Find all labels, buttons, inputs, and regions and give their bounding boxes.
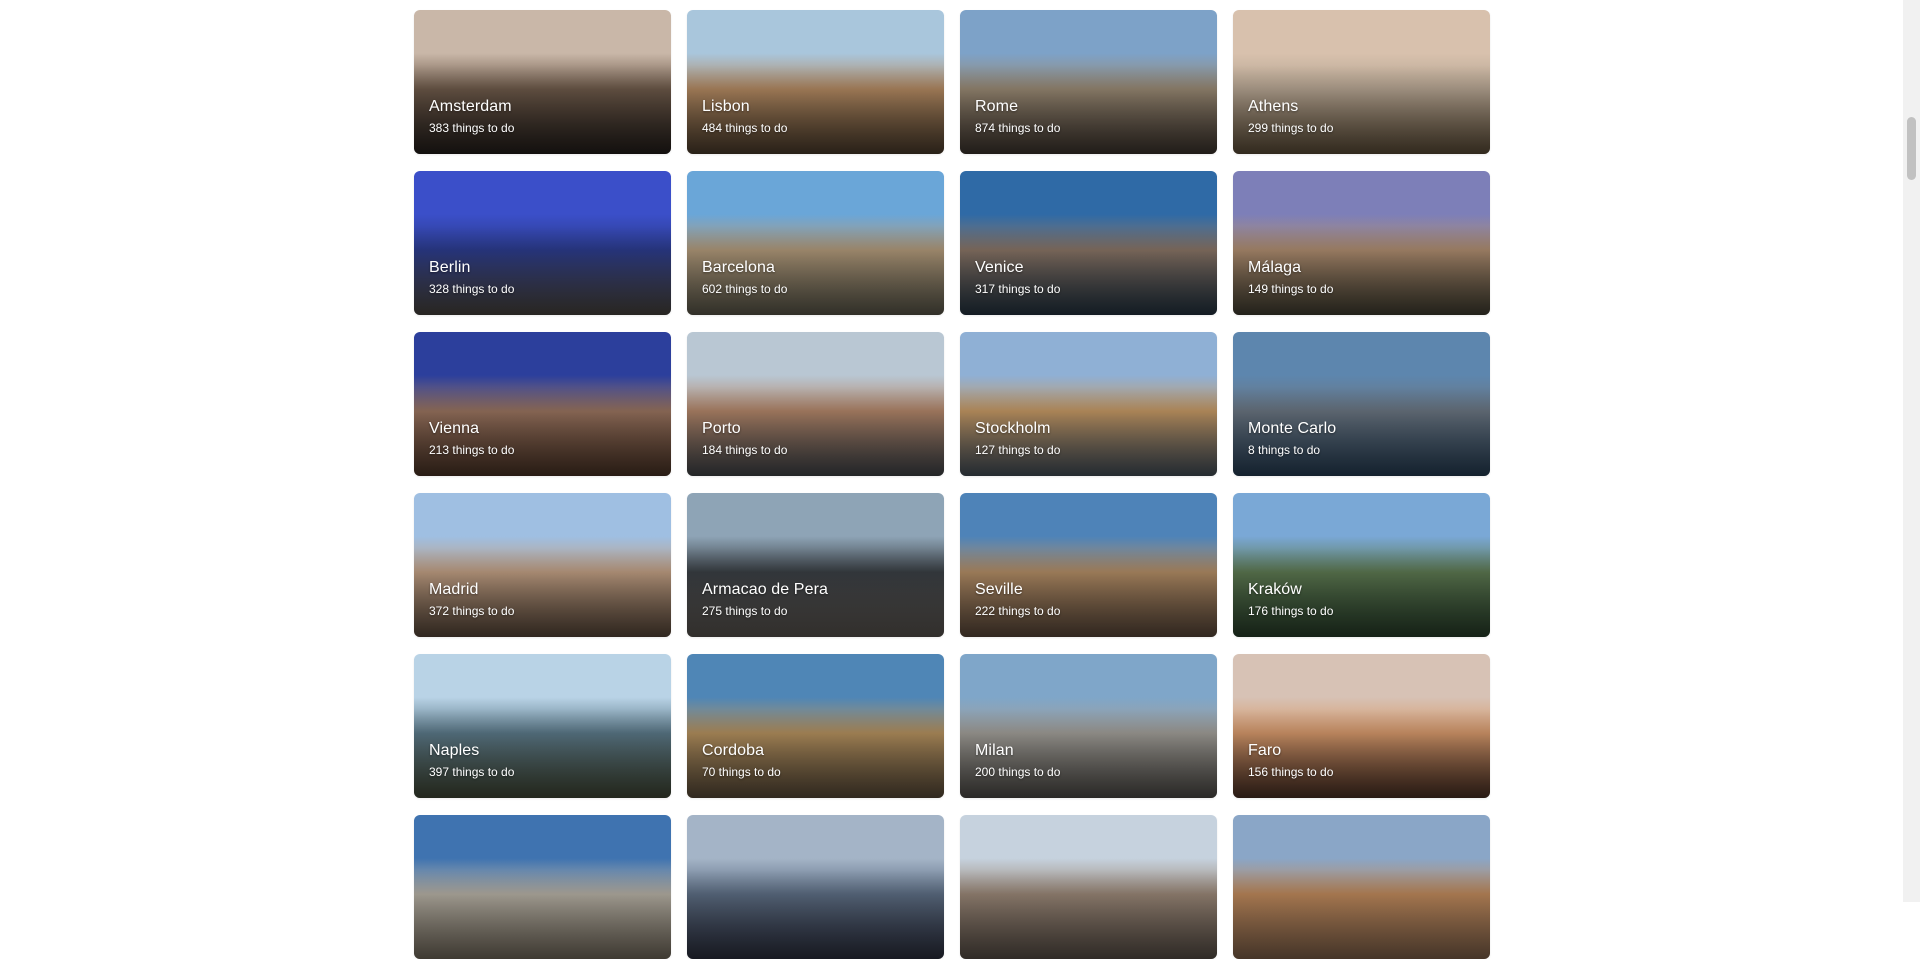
- image-gradient-overlay: [414, 815, 671, 959]
- destination-activity-count: 328 things to do: [429, 282, 515, 296]
- image-gradient-overlay: [960, 815, 1217, 959]
- destination-name: Málaga: [1248, 259, 1302, 276]
- destination-activity-count: 70 things to do: [702, 765, 781, 779]
- destination-card[interactable]: [1233, 815, 1490, 959]
- destination-card[interactable]: Barcelona 602 things to do: [687, 171, 944, 315]
- destination-name: Amsterdam: [429, 98, 512, 115]
- destination-name: Monte Carlo: [1248, 420, 1337, 437]
- destination-activity-count: 397 things to do: [429, 765, 515, 779]
- destination-card[interactable]: Milan 200 things to do: [960, 654, 1217, 798]
- destination-card[interactable]: Kraków 176 things to do: [1233, 493, 1490, 637]
- destination-card[interactable]: Faro 156 things to do: [1233, 654, 1490, 798]
- destination-activity-count: 200 things to do: [975, 765, 1061, 779]
- destination-card[interactable]: Porto 184 things to do: [687, 332, 944, 476]
- scrollbar-thumb[interactable]: [1907, 117, 1916, 180]
- destination-name: Athens: [1248, 98, 1299, 115]
- destination-activity-count: 213 things to do: [429, 443, 515, 457]
- destination-name: Madrid: [429, 581, 479, 598]
- destination-activity-count: 127 things to do: [975, 443, 1061, 457]
- destination-card[interactable]: [960, 815, 1217, 959]
- destination-name: Venice: [975, 259, 1024, 276]
- destination-card[interactable]: Naples 397 things to do: [414, 654, 671, 798]
- destination-card[interactable]: Lisbon 484 things to do: [687, 10, 944, 154]
- destination-card[interactable]: Málaga 149 things to do: [1233, 171, 1490, 315]
- destination-card[interactable]: Amsterdam 383 things to do: [414, 10, 671, 154]
- destination-name: Cordoba: [702, 742, 765, 759]
- destination-activity-count: 275 things to do: [702, 604, 788, 618]
- destination-card[interactable]: Rome 874 things to do: [960, 10, 1217, 154]
- destination-name: Vienna: [429, 420, 480, 437]
- destination-card[interactable]: [414, 815, 671, 959]
- destinations-grid: Amsterdam 383 things to do Lisbon 484 thing…: [414, 10, 1490, 959]
- destination-activity-count: 372 things to do: [429, 604, 515, 618]
- destination-activity-count: 222 things to do: [975, 604, 1061, 618]
- destination-name: Milan: [975, 742, 1014, 759]
- destination-name: Stockholm: [975, 420, 1051, 437]
- destination-card[interactable]: Madrid 372 things to do: [414, 493, 671, 637]
- destination-name: Lisbon: [702, 98, 750, 115]
- destination-activity-count: 484 things to do: [702, 121, 788, 135]
- destination-activity-count: 299 things to do: [1248, 121, 1334, 135]
- destination-name: Armacao de Pera: [702, 581, 829, 598]
- destination-activity-count: 149 things to do: [1248, 282, 1334, 296]
- destination-activity-count: 317 things to do: [975, 282, 1061, 296]
- image-gradient-overlay: [1233, 815, 1490, 959]
- destination-activity-count: 874 things to do: [975, 121, 1061, 135]
- destination-name: Faro: [1248, 742, 1282, 759]
- destination-name: Berlin: [429, 259, 471, 276]
- destination-activity-count: 176 things to do: [1248, 604, 1334, 618]
- page-scrollbar[interactable]: [1903, 0, 1920, 902]
- destination-name: Porto: [702, 420, 741, 437]
- destination-card[interactable]: Seville 222 things to do: [960, 493, 1217, 637]
- destination-card[interactable]: Armacao de Pera 275 things to do: [687, 493, 944, 637]
- destination-card[interactable]: Venice 317 things to do: [960, 171, 1217, 315]
- destination-card[interactable]: Vienna 213 things to do: [414, 332, 671, 476]
- destination-name: Barcelona: [702, 259, 775, 276]
- destination-name: Kraków: [1248, 581, 1302, 598]
- destination-activity-count: 156 things to do: [1248, 765, 1334, 779]
- destination-activity-count: 184 things to do: [702, 443, 788, 457]
- destination-card[interactable]: Cordoba 70 things to do: [687, 654, 944, 798]
- destination-activity-count: 383 things to do: [429, 121, 515, 135]
- destination-card[interactable]: Monte Carlo 8 things to do: [1233, 332, 1490, 476]
- destination-name: Rome: [975, 98, 1019, 115]
- image-gradient-overlay: [687, 815, 944, 959]
- destination-activity-count: 8 things to do: [1248, 443, 1321, 457]
- destination-activity-count: 602 things to do: [702, 282, 788, 296]
- destination-name: Seville: [975, 581, 1023, 598]
- destination-card[interactable]: Stockholm 127 things to do: [960, 332, 1217, 476]
- destination-card[interactable]: Berlin 328 things to do: [414, 171, 671, 315]
- destination-card[interactable]: [687, 815, 944, 959]
- destination-card[interactable]: Athens 299 things to do: [1233, 10, 1490, 154]
- destination-name: Naples: [429, 742, 480, 759]
